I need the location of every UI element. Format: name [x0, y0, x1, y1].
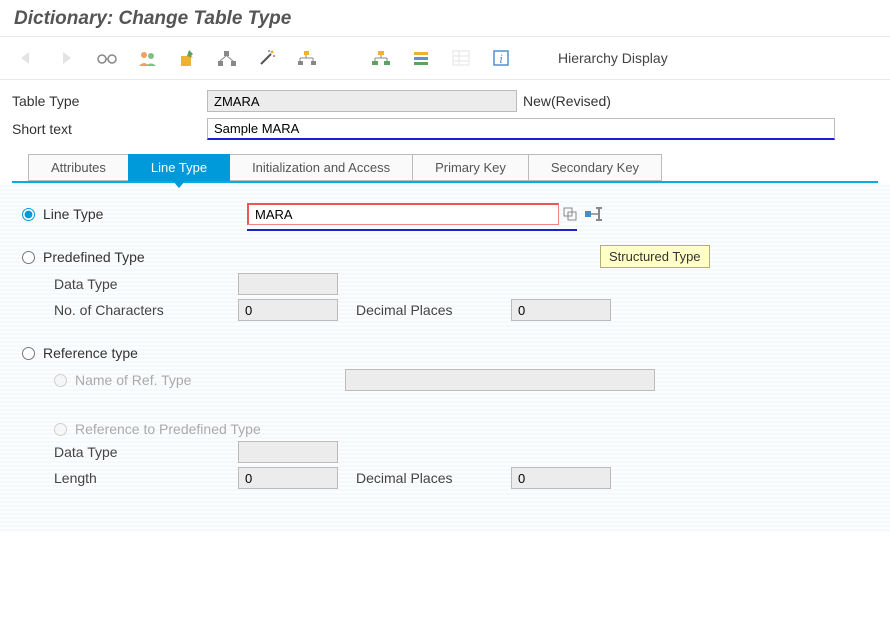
structured-type-icon[interactable] — [585, 205, 613, 223]
forward-icon — [54, 45, 80, 71]
ref-name-input[interactable] — [345, 369, 655, 391]
predefined-type-label: Predefined Type — [43, 249, 145, 265]
line-type-radio-label: Line Type — [43, 206, 247, 222]
tab-secondary-key[interactable]: Secondary Key — [528, 154, 662, 181]
line-type-input[interactable] — [247, 203, 559, 225]
glasses-icon[interactable] — [94, 45, 120, 71]
svg-text:i: i — [499, 51, 503, 66]
wand-icon[interactable] — [254, 45, 280, 71]
page-title: Dictionary: Change Table Type — [14, 8, 291, 29]
data-type-label: Data Type — [54, 276, 238, 292]
decimal-places-input[interactable] — [511, 299, 611, 321]
length-input[interactable] — [238, 467, 338, 489]
reference-type-radio[interactable] — [22, 347, 35, 360]
length-label: Length — [54, 470, 238, 486]
table-icon — [448, 45, 474, 71]
where-used-icon[interactable] — [214, 45, 240, 71]
hierarchy-icon[interactable] — [368, 45, 394, 71]
people-icon[interactable] — [134, 45, 160, 71]
ref-name-label: Name of Ref. Type — [75, 372, 245, 388]
tree-icon[interactable] — [294, 45, 320, 71]
ref-predef-radio — [54, 423, 67, 436]
f4-help-icon[interactable] — [561, 203, 579, 225]
tab-line-type[interactable]: Line Type — [128, 154, 230, 181]
num-chars-label: No. of Characters — [54, 302, 238, 318]
decimal-places-label: Decimal Places — [356, 302, 511, 318]
ref-predef-label: Reference to Predefined Type — [75, 421, 261, 437]
data-type-input[interactable] — [238, 273, 338, 295]
tab-primary-key[interactable]: Primary Key — [412, 154, 529, 181]
reference-type-label: Reference type — [43, 345, 138, 361]
tab-attributes[interactable]: Attributes — [28, 154, 129, 181]
ref-name-radio — [54, 374, 67, 387]
tab-init-access[interactable]: Initialization and Access — [229, 154, 413, 181]
table-type-label: Table Type — [12, 93, 207, 109]
activate-icon[interactable] — [174, 45, 200, 71]
ref-decimal-input[interactable] — [511, 467, 611, 489]
status-text: New(Revised) — [523, 93, 611, 109]
ref-data-type-input[interactable] — [238, 441, 338, 463]
table-type-input[interactable] — [207, 90, 517, 112]
info-icon[interactable]: i — [488, 45, 514, 71]
back-icon — [14, 45, 40, 71]
ref-decimal-label: Decimal Places — [356, 470, 511, 486]
hierarchy-display-button[interactable]: Hierarchy Display — [558, 50, 668, 66]
num-chars-input[interactable] — [238, 299, 338, 321]
short-text-input[interactable] — [207, 118, 835, 140]
append-icon[interactable] — [408, 45, 434, 71]
predefined-type-radio[interactable] — [22, 251, 35, 264]
ref-data-type-label: Data Type — [54, 444, 238, 460]
line-type-radio[interactable] — [22, 208, 35, 221]
short-text-label: Short text — [12, 121, 207, 137]
tooltip: Structured Type — [600, 245, 710, 268]
